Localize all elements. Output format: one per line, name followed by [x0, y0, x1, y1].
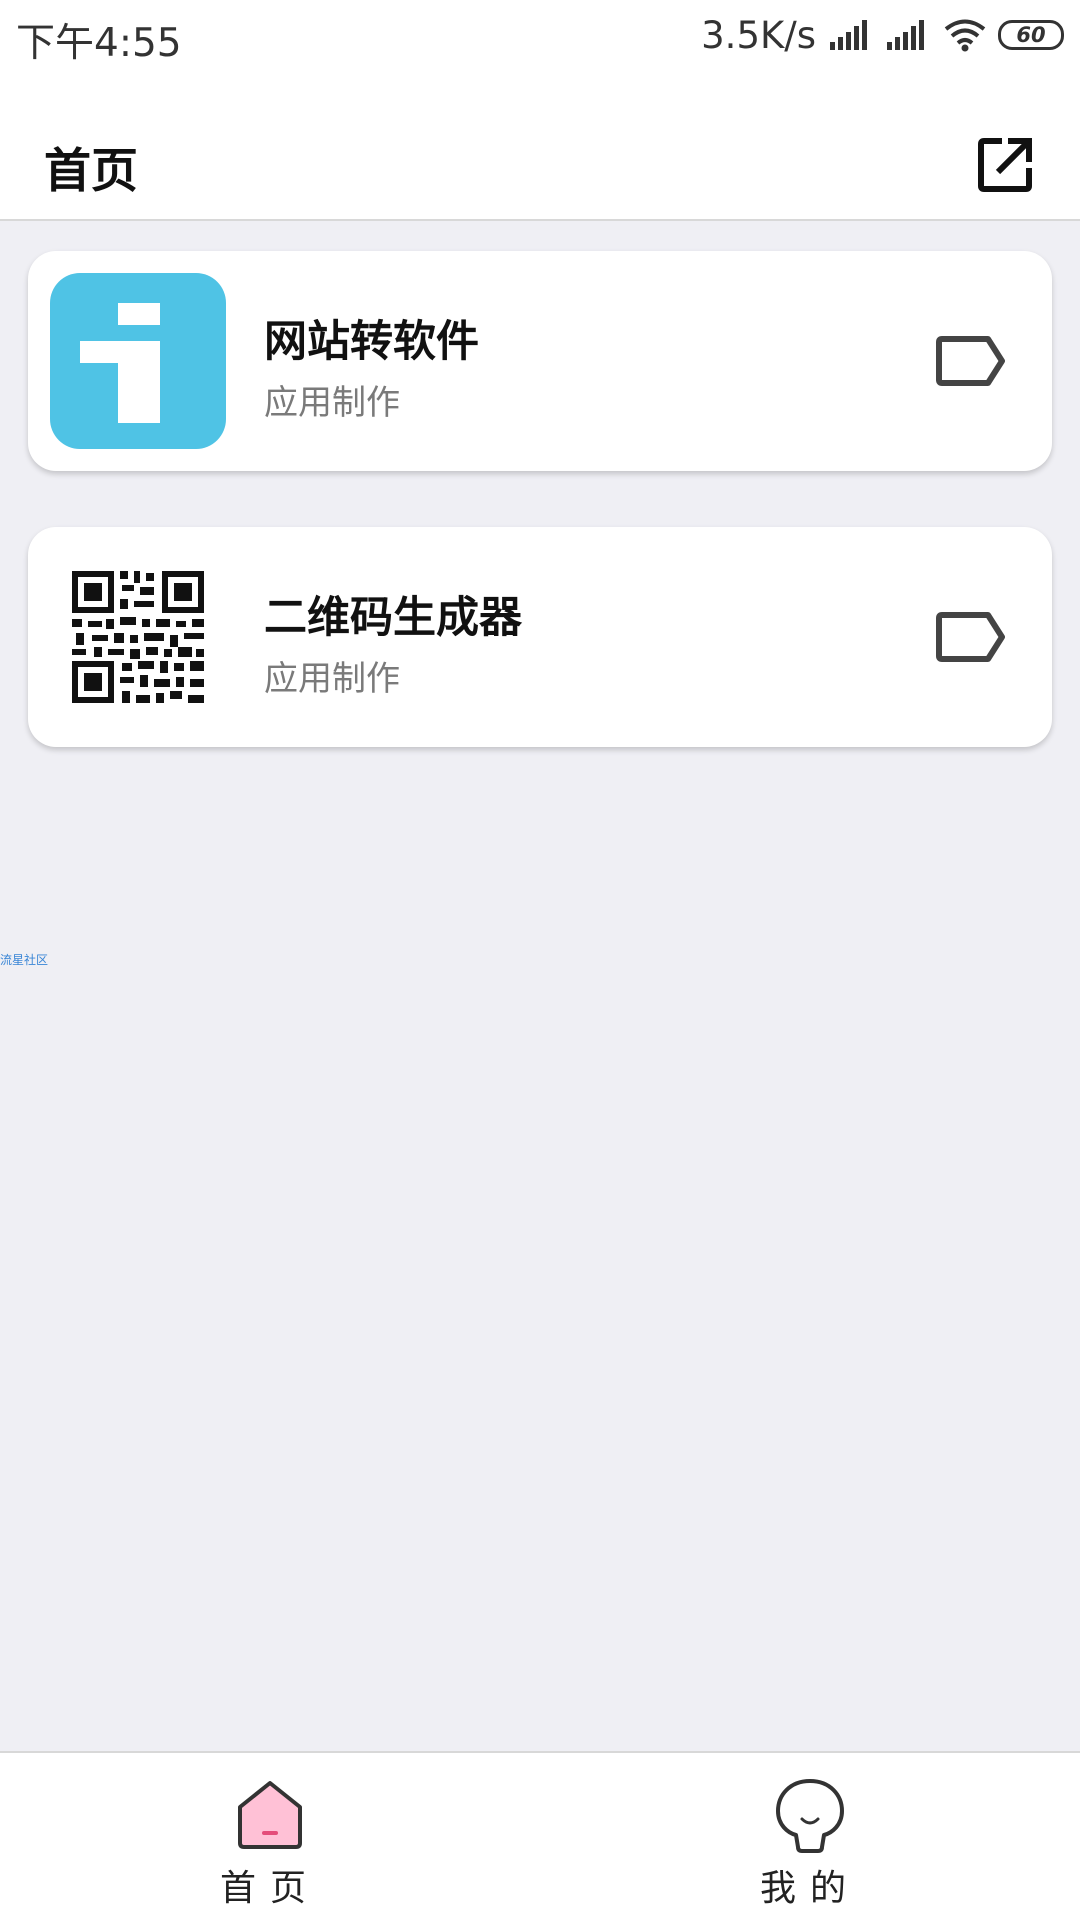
screen: 下午4:55 3.5K/s 60 首页 网站转软件 应用制作 二维码生成器 应用… [0, 0, 1080, 1920]
bottom-nav: 首页 我的 [0, 1751, 1080, 1920]
profile-icon [776, 1779, 844, 1853]
nav-label-mine: 我的 [759, 1868, 860, 1909]
card-subtitle: 应用制作 [264, 659, 400, 699]
signal-icon-2 [887, 20, 924, 50]
status-time: 下午4:55 [16, 21, 182, 66]
nav-item-home[interactable]: 首页 [0, 1753, 540, 1920]
tag-icon[interactable] [936, 335, 1006, 387]
nav-item-mine[interactable]: 我的 [540, 1753, 1080, 1920]
page-title: 首页 [44, 144, 138, 199]
battery-icon: 60 [998, 20, 1064, 50]
qr-code-icon [50, 549, 226, 725]
signal-icon [830, 20, 867, 50]
net-speed: 3.5K/s [701, 13, 816, 57]
nav-label-home: 首页 [219, 1868, 320, 1909]
qr-code-glyph [72, 571, 204, 703]
card-title: 二维码生成器 [264, 593, 522, 643]
app-i-icon [50, 273, 226, 449]
external-link-icon[interactable] [976, 136, 1034, 194]
card-subtitle: 应用制作 [264, 383, 400, 423]
app-card-website-to-app[interactable]: 网站转软件 应用制作 [28, 251, 1052, 471]
battery-level: 60 [1016, 23, 1046, 47]
home-icon [238, 1781, 302, 1849]
status-indicators: 3.5K/s 60 [701, 12, 1064, 58]
status-bar: 下午4:55 3.5K/s 60 [0, 0, 1080, 70]
app-card-qr-generator[interactable]: 二维码生成器 应用制作 [28, 527, 1052, 747]
watermark-text: 流星社区 [0, 953, 49, 967]
app-i-glyph [80, 303, 160, 423]
card-title: 网站转软件 [264, 317, 479, 367]
wifi-icon [944, 19, 986, 52]
tag-icon[interactable] [936, 611, 1006, 663]
app-header: 首页 [0, 70, 1080, 221]
